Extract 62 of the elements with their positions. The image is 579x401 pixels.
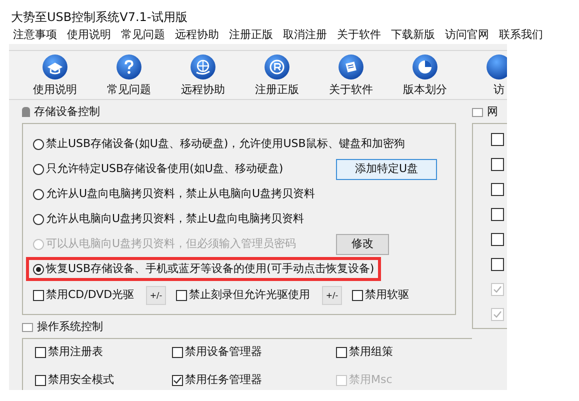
menu-item[interactable]: 访问官网 <box>445 26 489 44</box>
menu-item[interactable]: 常见问题 <box>121 26 165 44</box>
menu-item[interactable]: 远程协助 <box>175 26 219 44</box>
radio-option[interactable]: 只允许特定USB存储设备使用(如U盘、移动硬盘) <box>33 160 284 178</box>
toolbar-button[interactable]: 远程协助 <box>173 54 233 98</box>
menu-item[interactable]: 联系我们 <box>499 26 543 44</box>
toolbar-button[interactable]: 访 <box>469 54 507 98</box>
checkbox-icon <box>336 375 347 386</box>
toolbar-icon <box>190 54 216 80</box>
toolbar-icon <box>412 54 438 80</box>
checkbox-option[interactable]: 禁用注册表 <box>35 346 103 360</box>
checkbox-icon <box>35 347 46 358</box>
toolbar-icon <box>338 54 364 80</box>
toolbar-icon <box>116 54 142 80</box>
toolbar-button[interactable]: 版本划分 <box>395 54 455 98</box>
menu-item[interactable]: 下载新版 <box>391 26 435 44</box>
window-title: 大势至USB控制系统V7.1-试用版 <box>11 9 188 26</box>
lock-icon <box>22 107 30 117</box>
checkbox-option[interactable]: 禁用软驱 <box>352 287 409 304</box>
checkbox-option[interactable]: 禁用安全模式 <box>35 374 114 388</box>
checkbox[interactable] <box>491 208 504 220</box>
checkbox-icon <box>35 375 46 386</box>
checkbox[interactable] <box>491 158 504 170</box>
window-icon <box>22 322 33 332</box>
group-title: 操作系统控制 <box>37 318 103 335</box>
network-icon <box>472 108 483 116</box>
radio-option[interactable]: 恢复USB存储设备、手机或蓝牙等设备的使用(可手动点击恢复设备) <box>26 257 382 281</box>
menu-item[interactable]: 关于软件 <box>337 26 381 44</box>
checkbox-option[interactable]: 禁用设备管理器 <box>172 346 262 360</box>
menu-item[interactable]: 注册正版 <box>229 26 273 44</box>
toolbar-button[interactable]: 使用说明 <box>25 54 85 98</box>
checkbox-option[interactable]: 禁用CD/DVD光驱 <box>33 287 146 304</box>
radio-option[interactable]: 允许从电脑向U盘拷贝资料，禁止U盘向电脑拷贝资料 <box>33 210 304 228</box>
toolbar-icon <box>486 54 507 80</box>
checkbox[interactable] <box>491 258 504 270</box>
toolbar-icon <box>264 54 290 80</box>
plus-minus-button[interactable]: +/- <box>146 286 166 305</box>
radio-option[interactable]: 允许从U盘向电脑拷贝资料，禁止从电脑向U盘拷贝资料 <box>33 186 316 202</box>
checkbox-option[interactable]: 禁用任务管理器 <box>172 374 262 388</box>
group-title: 存储设备控制 <box>34 104 100 120</box>
checkbox-option[interactable]: 禁用组策 <box>336 346 393 360</box>
checkbox-icon <box>352 290 363 301</box>
checkbox-icon <box>172 375 183 386</box>
checkbox-icon <box>336 347 347 358</box>
checkbox-icon <box>176 290 187 301</box>
toolbar-icon <box>42 54 68 80</box>
radio-option[interactable]: 禁止USB存储设备(如U盘、移动硬盘)，允许使用USB鼠标、键盘和加密狗 <box>33 136 405 152</box>
toolbar-button[interactable]: 常见问题 <box>99 54 159 98</box>
menu-item[interactable]: 使用说明 <box>67 26 111 44</box>
checkbox-icon <box>33 290 44 301</box>
checkbox[interactable] <box>491 182 504 196</box>
menu-item[interactable]: 取消注册 <box>283 26 327 44</box>
toolbar-button[interactable]: 关于软件 <box>321 54 381 98</box>
group-title: 网 <box>487 104 498 120</box>
plus-minus-button[interactable]: +/- <box>322 286 342 305</box>
toolbar-button[interactable]: 注册正版 <box>247 54 307 98</box>
menu-item[interactable]: 注意事项 <box>13 26 57 44</box>
checkbox-option[interactable]: 禁止刻录但允许光驱使用 <box>176 287 322 304</box>
action-button[interactable]: 添加特定U盘 <box>336 158 437 180</box>
checkbox[interactable] <box>491 232 504 246</box>
checkbox[interactable] <box>491 132 504 146</box>
checkbox-icon <box>172 347 183 358</box>
